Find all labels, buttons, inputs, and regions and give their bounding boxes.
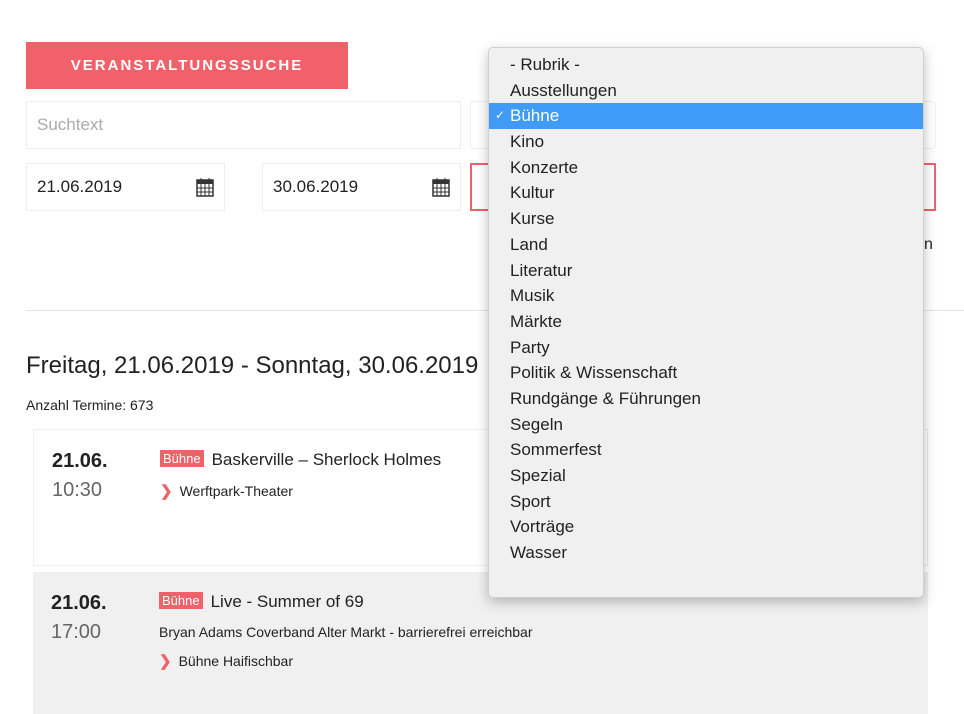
date-to-input[interactable]: 30.06.2019	[262, 163, 461, 211]
dropdown-option[interactable]: ✓ Bühne	[489, 103, 923, 130]
date-from-input[interactable]: 21.06.2019	[26, 163, 225, 211]
dropdown-option[interactable]: Party	[489, 335, 923, 361]
date-from-value: 21.06.2019	[37, 177, 123, 196]
chevron-right-icon: ❯	[159, 653, 172, 670]
option-label: - Rubrik -	[510, 55, 580, 74]
option-label: Kino	[510, 132, 545, 152]
option-label: Ausstellungen	[510, 80, 617, 100]
dropdown-option[interactable]: Spezial	[489, 463, 923, 489]
check-icon: ✓	[495, 108, 506, 123]
option-label: Rundgänge & Führungen	[510, 388, 701, 408]
dropdown-option[interactable]: Literatur	[489, 258, 923, 284]
search-text-input[interactable]: Suchtext	[26, 101, 461, 149]
option-label: Literatur	[510, 260, 573, 280]
category-badge: Bühne	[160, 450, 204, 467]
event-time: 10:30	[52, 479, 103, 501]
option-label: Musik	[510, 286, 555, 306]
dropdown-option[interactable]: Politik & Wissenschaft	[489, 360, 923, 386]
option-label: Segeln	[510, 414, 563, 434]
dropdown-option[interactable]: - Rubrik -	[489, 52, 923, 78]
dropdown-option[interactable]: Ausstellungen	[489, 78, 923, 104]
option-label: Politik & Wissenschaft	[510, 363, 678, 383]
calendar-icon[interactable]	[196, 177, 214, 197]
date-to-value: 30.06.2019	[273, 177, 359, 196]
option-label: Land	[510, 234, 548, 254]
hidden-link-fragment[interactable]: n	[924, 236, 933, 254]
dropdown-option[interactable]: Sport	[489, 489, 923, 515]
calendar-icon[interactable]	[432, 177, 450, 197]
dropdown-option[interactable]: Segeln	[489, 412, 923, 438]
dropdown-option[interactable]: Kino	[489, 129, 923, 155]
event-title[interactable]: Live - Summer of 69	[211, 592, 364, 611]
option-label: Bühne	[510, 106, 560, 126]
event-date: 21.06.	[52, 450, 108, 472]
event-description: Bryan Adams Coverband Alter Markt - barr…	[159, 624, 533, 640]
option-label: Vorträge	[510, 517, 575, 537]
event-location[interactable]: Werftpark-Theater	[180, 483, 293, 499]
chevron-right-icon: ❯	[160, 483, 173, 500]
dropdown-option[interactable]: Musik	[489, 283, 923, 309]
option-label: Kurse	[510, 209, 555, 229]
option-label: Sommerfest	[510, 440, 602, 460]
event-title[interactable]: Baskerville – Sherlock Holmes	[212, 450, 442, 469]
event-location[interactable]: Bühne Haifischbar	[179, 653, 293, 669]
dropdown-option[interactable]: Kurse	[489, 206, 923, 232]
dropdown-option[interactable]: Rundgänge & Führungen	[489, 386, 923, 412]
option-label: Sport	[510, 491, 551, 511]
category-dropdown-menu[interactable]: - Rubrik - Ausstellungen ✓ Bühne Kino Konzert…	[488, 47, 924, 598]
dropdown-option[interactable]: Sommerfest	[489, 437, 923, 463]
option-label: Party	[510, 337, 550, 357]
dropdown-option[interactable]: Kultur	[489, 180, 923, 206]
event-date: 21.06.	[51, 592, 107, 614]
option-label: Spezial	[510, 466, 566, 485]
event-search-title: VERANSTALTUNGSSUCHE	[26, 42, 348, 89]
dropdown-option[interactable]: Land	[489, 232, 923, 258]
dropdown-option[interactable]: Wasser	[489, 540, 923, 566]
category-badge: Bühne	[159, 592, 203, 609]
results-count: Anzahl Termine: 673	[26, 397, 154, 413]
option-label: Märkte	[510, 311, 562, 331]
option-label: Wasser	[510, 543, 567, 563]
dropdown-option[interactable]: Märkte	[489, 309, 923, 335]
results-heading: Freitag, 21.06.2019 - Sonntag, 30.06.201…	[26, 352, 479, 379]
event-time: 17:00	[51, 621, 102, 643]
option-label: Kultur	[510, 183, 555, 203]
option-label: Konzerte	[510, 157, 579, 177]
dropdown-option[interactable]: Vorträge	[489, 514, 923, 540]
dropdown-option[interactable]: Konzerte	[489, 155, 923, 181]
